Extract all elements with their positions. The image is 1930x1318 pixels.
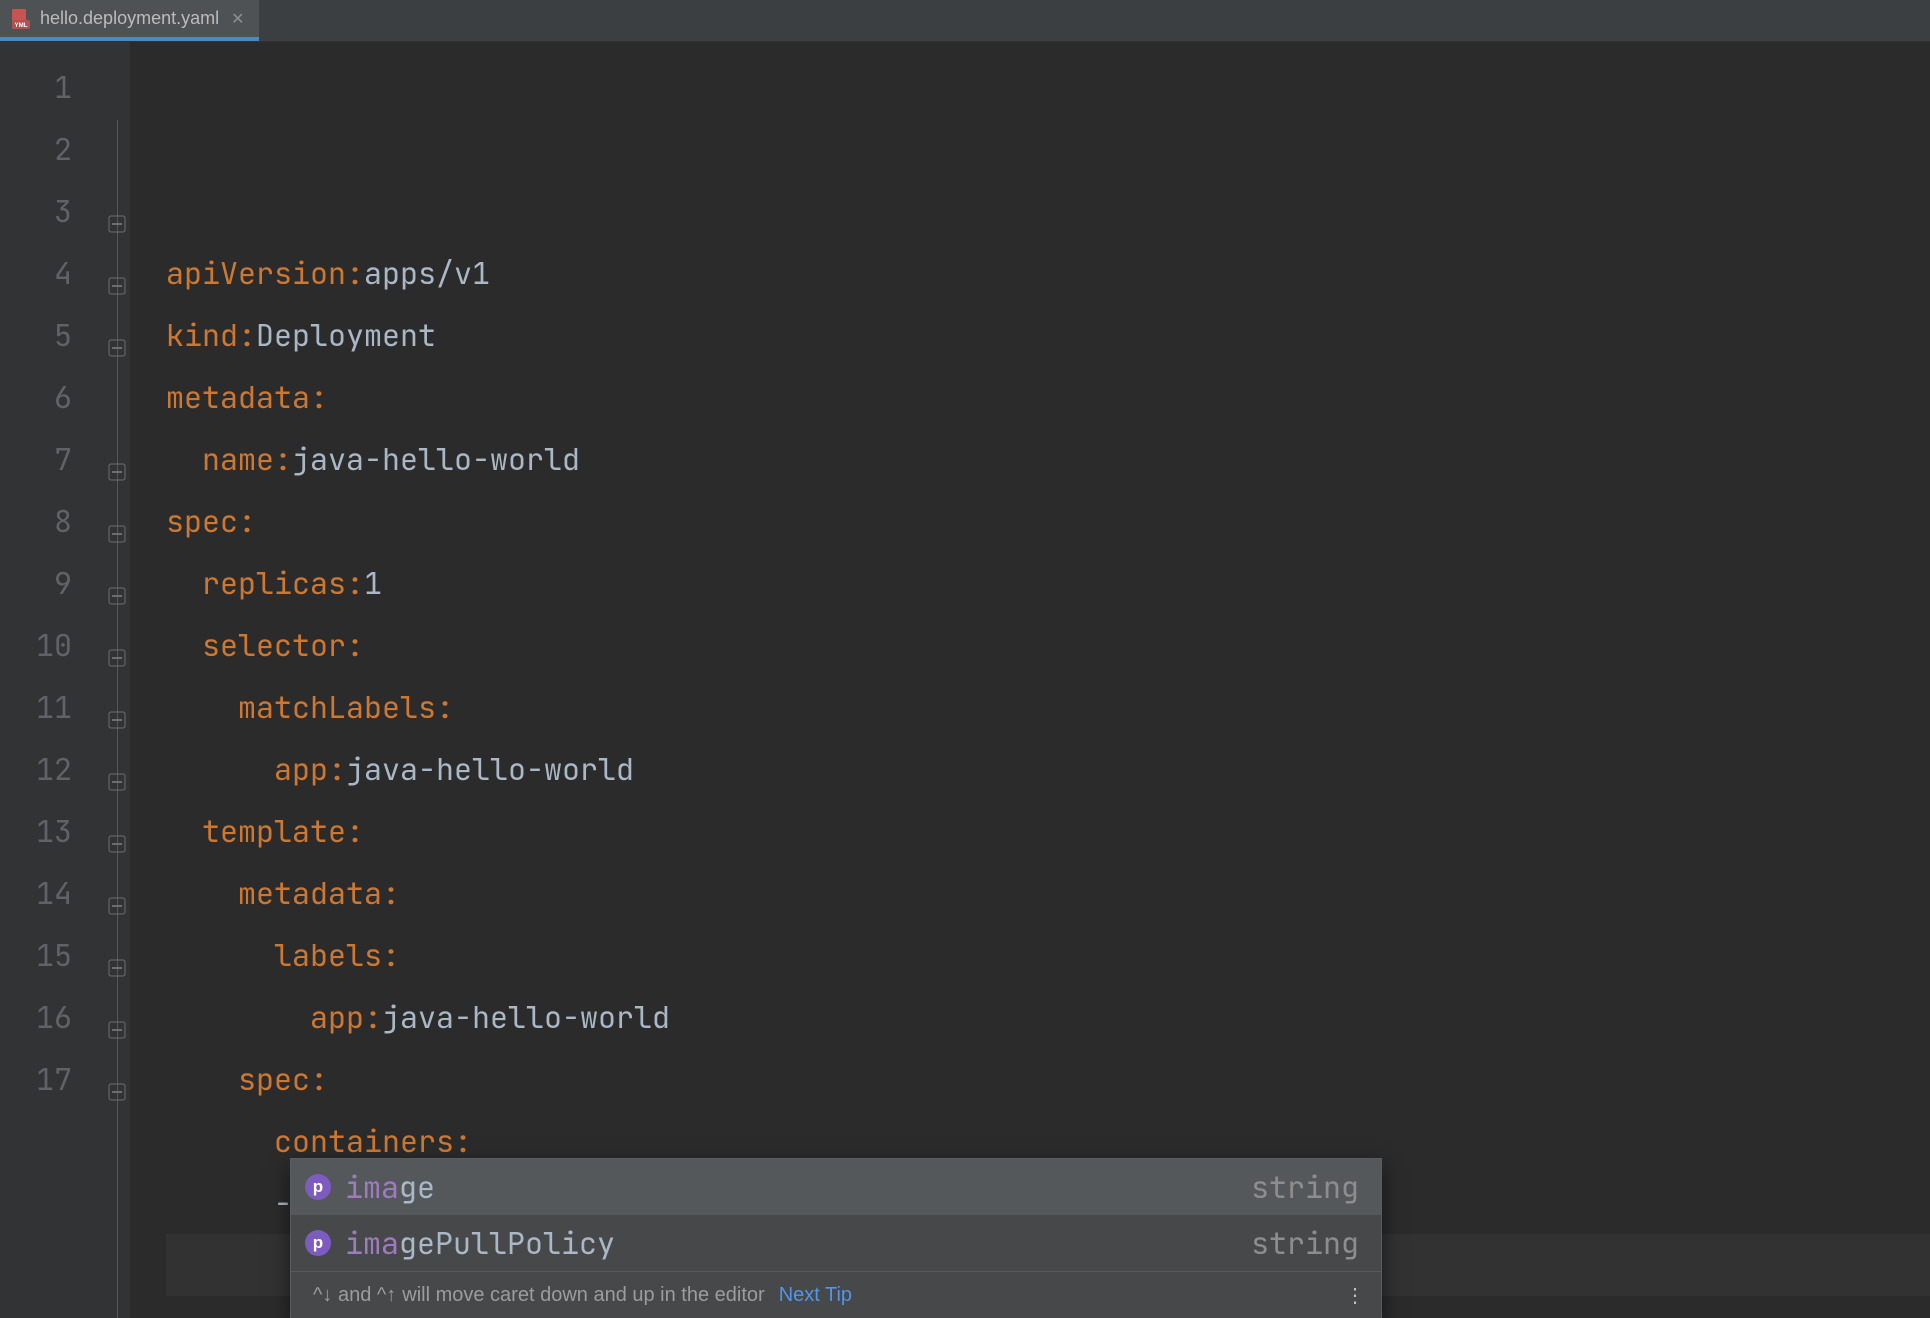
next-tip-link[interactable]: Next Tip [779,1284,852,1307]
fold-toggle-icon[interactable] [108,884,126,902]
close-icon[interactable]: ✕ [231,9,244,29]
code-line[interactable]: metadata: [166,862,1930,924]
code-line[interactable]: app: java-hello-world [166,986,1930,1048]
code-line[interactable]: labels: [166,924,1930,986]
gutter-line: 11 [0,676,130,738]
fold-toggle-icon[interactable] [108,512,126,530]
gutter-line: 3 [0,180,130,242]
code-line[interactable]: app: java-hello-world [166,738,1930,800]
code-line[interactable]: metadata: [166,366,1930,428]
gutter-line: 9 [0,552,130,614]
gutter-line: 5 [0,304,130,366]
code-line[interactable]: matchLabels: [166,676,1930,738]
gutter-line: 15 [0,924,130,986]
code-line[interactable]: apiVersion: apps/v1 [166,242,1930,304]
tab-filename: hello.deployment.yaml [40,8,219,29]
gutter-line: 13 [0,800,130,862]
tab-bar: YML hello.deployment.yaml ✕ [0,0,1930,42]
yaml-file-icon: YML [10,8,32,30]
editor[interactable]: 1234567891011121314151617 apiVersion: ap… [0,42,1930,1318]
completion-kind-icon: p [305,1230,331,1256]
fold-toggle-icon[interactable] [108,946,126,964]
kebab-menu-icon[interactable]: ⋮ [1345,1283,1367,1308]
completion-type: string [1251,1223,1359,1263]
gutter-line: 6 [0,366,130,428]
fold-toggle-icon[interactable] [108,264,126,282]
fold-toggle-icon[interactable] [108,1008,126,1026]
code-line[interactable]: kind: Deployment [166,304,1930,366]
fold-toggle-icon[interactable] [108,574,126,592]
completion-hint: ^↓ and ^↑ will move caret down and up in… [291,1271,1381,1318]
code-area[interactable]: apiVersion: apps/v1kind: Deploymentmetad… [130,42,1930,1318]
gutter-line: 8 [0,490,130,552]
fold-toggle-icon[interactable] [108,760,126,778]
completion-item[interactable]: pimage string [291,1159,1381,1215]
code-line[interactable]: selector: [166,614,1930,676]
gutter-line: 1 [0,56,130,118]
gutter: 1234567891011121314151617 [0,42,130,1318]
tab-hello-deployment[interactable]: YML hello.deployment.yaml ✕ [0,0,259,41]
fold-toggle-icon[interactable] [108,822,126,840]
code-line[interactable]: spec: [166,490,1930,552]
code-line[interactable]: name: java-hello-world [166,428,1930,490]
fold-toggle-icon[interactable] [108,1070,126,1088]
fold-toggle-icon[interactable] [108,326,126,344]
gutter-line: 16 [0,986,130,1048]
gutter-line: 7 [0,428,130,490]
fold-toggle-icon[interactable] [108,698,126,716]
hint-shortcut: ^↓ and ^↑ [313,1284,396,1307]
fold-toggle-icon[interactable] [108,636,126,654]
fold-toggle-icon[interactable] [108,202,126,220]
code-line[interactable]: template: [166,800,1930,862]
gutter-line: 14 [0,862,130,924]
gutter-line: 12 [0,738,130,800]
code-line[interactable]: spec: [166,1048,1930,1110]
svg-text:YML: YML [14,22,27,29]
hint-text: will move caret down and up in the edito… [402,1284,764,1307]
completion-type: string [1251,1167,1359,1207]
completion-kind-icon: p [305,1174,331,1200]
gutter-line: 17 [0,1048,130,1110]
completion-label: image [345,1167,435,1207]
gutter-line: 4 [0,242,130,304]
completion-label: imagePullPolicy [345,1223,615,1263]
gutter-line: 10 [0,614,130,676]
fold-toggle-icon[interactable] [108,450,126,468]
gutter-line: 2 [0,118,130,180]
completion-popup[interactable]: pimage string p imagePullPolicy string ^↓ an… [290,1158,1382,1318]
code-line[interactable]: replicas: 1 [166,552,1930,614]
completion-item[interactable]: p imagePullPolicy string [291,1215,1381,1271]
